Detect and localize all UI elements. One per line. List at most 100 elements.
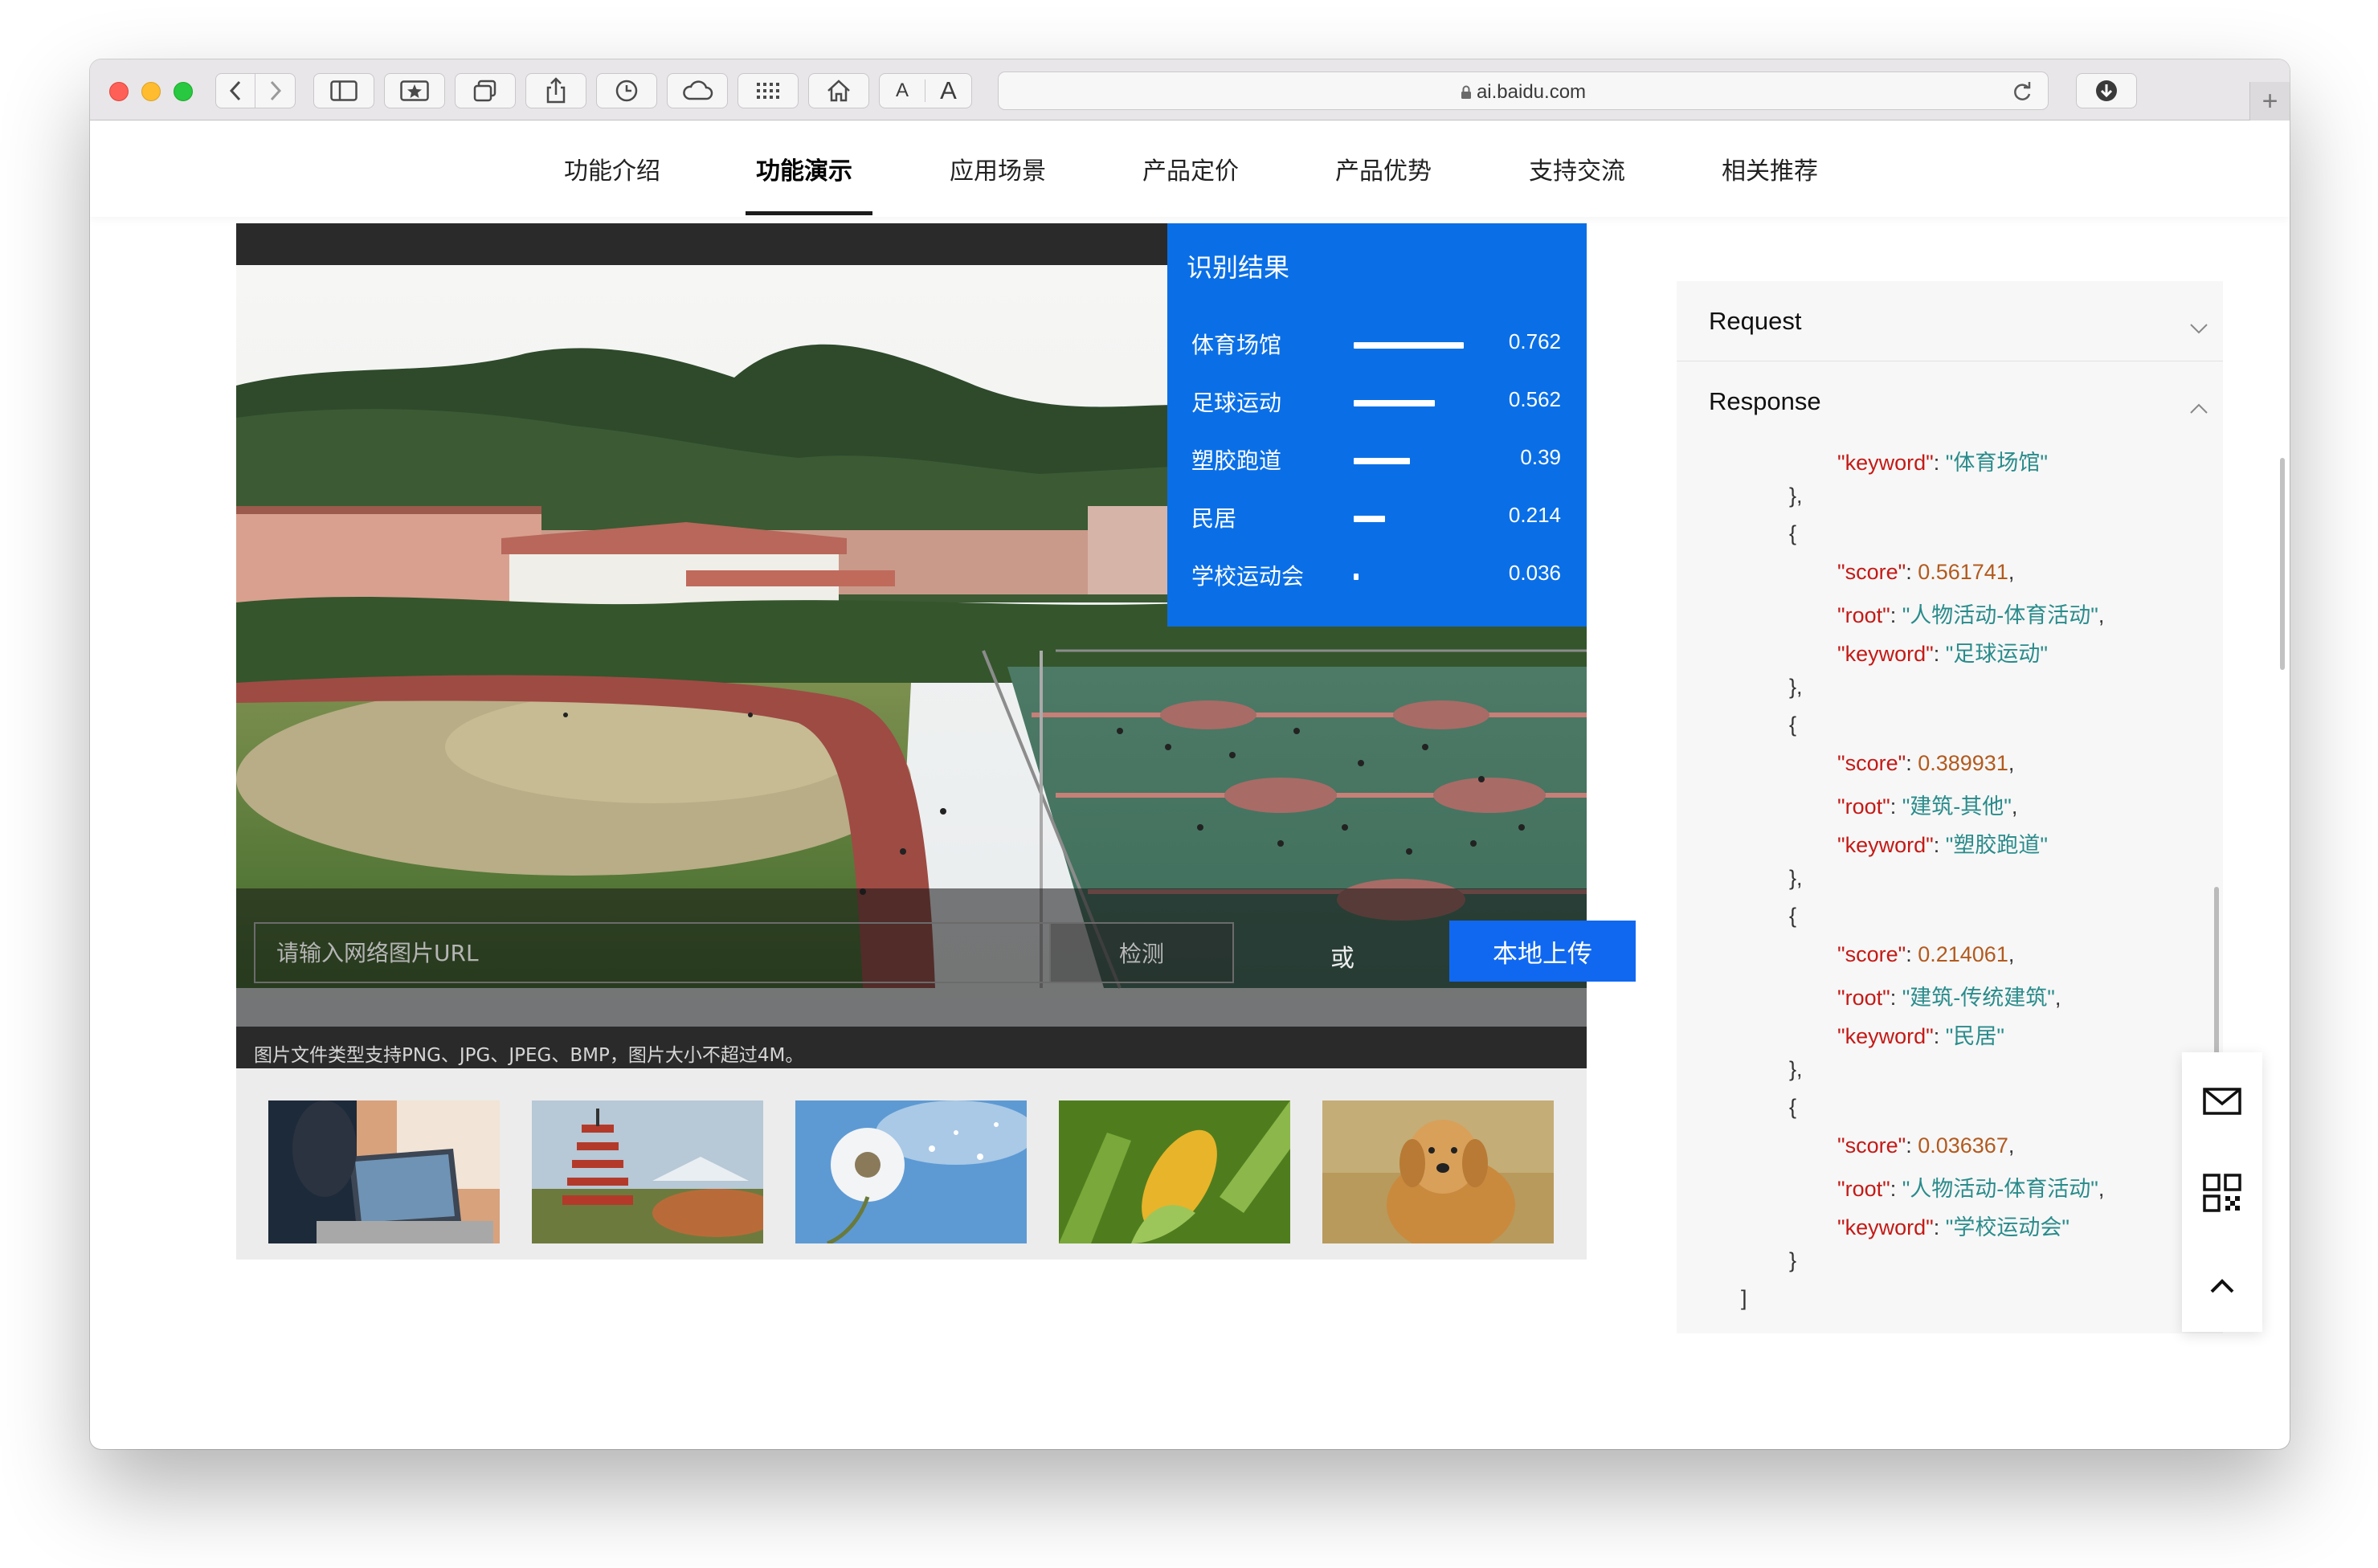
code-line: } [1789,1247,1797,1272]
code-line: "keyword": "学校运动会" [1837,1210,2070,1241]
json-value: "体育场馆" [1945,451,2048,475]
json-comma: , [2098,1177,2105,1202]
code-line: }, [1789,1056,1803,1081]
json-comma: , [2008,750,2015,775]
result-score: 0.762 [1508,329,1561,353]
code-line: { [1789,1095,1797,1120]
json-colon: : [1933,642,1946,666]
result-bar [1354,342,1464,349]
result-bar-track [1354,516,1466,522]
json-key: "root" [1837,603,1890,628]
result-title: 识别结果 [1187,252,1290,283]
result-score: 0.39 [1520,445,1561,469]
json-comma: , [2011,794,2018,819]
response-json: "keyword": "体育场馆"},{"score": 0.561741, "r… [1677,442,2223,1333]
result-bar [1354,574,1359,580]
or-label: 或 [1330,945,1354,973]
json-colon: : [1890,794,1902,819]
json-value: "建筑-其他" [1902,794,2012,819]
detect-button[interactable]: 检测 [1049,922,1234,983]
url-input-strip: 检测 或 本地上传 [236,888,1636,1027]
code-line: "root": "建筑-其他", [1837,789,2017,820]
json-colon: : [1906,559,1918,584]
result-score: 0.214 [1508,503,1561,527]
result-bar [1354,458,1410,464]
result-bar-track [1354,342,1466,349]
result-row: 足球运动 0.562 [1167,386,1587,418]
json-colon: : [1906,941,1918,966]
thumbnail-pagoda[interactable] [532,1100,763,1243]
result-bar [1354,400,1435,406]
thumbnail-corn[interactable] [1059,1100,1290,1243]
json-key: "keyword" [1837,833,1934,857]
local-upload-button[interactable]: 本地上传 [1449,921,1636,982]
json-colon: : [1933,1215,1946,1239]
code-line: { [1789,904,1797,929]
result-score: 0.036 [1508,561,1561,585]
back-to-top-icon [2210,1279,2234,1293]
puppy-thumbnail-image [1322,1100,1554,1243]
json-colon: : [1890,986,1902,1011]
json-comma: , [2054,986,2061,1011]
code-line: }, [1789,865,1803,890]
result-bar-track [1354,574,1466,580]
code-line: "keyword": "体育场馆" [1837,445,2048,476]
thumbnail-puppy[interactable] [1322,1100,1554,1243]
json-key: "keyword" [1837,1215,1934,1239]
response-header[interactable]: Response [1677,361,2223,442]
result-label: 学校运动会 [1191,563,1305,590]
laptop-thumbnail-image [268,1100,500,1243]
json-value: "塑胶跑道" [1945,833,2048,857]
code-line: "score": 0.036367, [1837,1133,2014,1158]
result-row: 体育场馆 0.762 [1167,328,1587,360]
result-score: 0.562 [1508,387,1561,411]
json-value: "人物活动-体育活动" [1902,603,2098,628]
json-colon: : [1906,1133,1918,1158]
result-label: 民居 [1191,505,1237,532]
json-key: "score" [1837,941,1906,966]
corn-thumbnail-image [1059,1100,1290,1243]
contact-mail-button[interactable] [2182,1057,2262,1145]
json-value: "人物活动-体育活动" [1902,1177,2098,1202]
request-header[interactable]: Request [1677,281,2223,361]
code-line: "score": 0.214061, [1837,942,2014,967]
result-row: 学校运动会 0.036 [1167,559,1587,591]
request-label: Request [1709,307,1802,335]
floating-side-tools [2182,1052,2262,1332]
chevron-up-icon [2189,392,2208,421]
result-label: 体育场馆 [1191,332,1282,358]
code-line: "keyword": "足球运动" [1837,636,2048,668]
thumbnail-laptop[interactable] [268,1100,500,1243]
mail-icon [2203,1088,2241,1115]
image-url-input[interactable] [254,922,1049,983]
json-key: "root" [1837,794,1890,819]
code-line: { [1789,713,1797,737]
recognition-result-panel: 识别结果 体育场馆 0.762 足球运动 0.562 塑胶跑道 0.39 民居 0.214 学校… [1167,223,1587,627]
json-comma: , [2098,603,2105,628]
json-value: 0.561741 [1918,559,2008,584]
chevron-down-icon [2189,312,2208,341]
qrcode-button[interactable] [2182,1149,2262,1237]
json-comma: , [2008,559,2015,584]
json-value: 0.036367 [1918,1133,2008,1158]
json-key: "keyword" [1837,451,1934,475]
result-row: 民居 0.214 [1167,501,1587,533]
code-line: "keyword": "民居" [1837,1019,2004,1050]
json-value: 0.389931 [1918,750,2008,775]
json-colon: : [1933,1024,1946,1048]
code-line: { [1789,521,1797,546]
json-value: 0.214061 [1918,941,2008,966]
json-key: "score" [1837,1133,1906,1158]
json-colon: : [1933,451,1946,475]
page-content: 检测 或 本地上传 图片文件类型支持PNG、JPG、JPEG、BMP，图片大小不… [90,59,2290,1449]
code-line: "keyword": "塑胶跑道" [1837,827,2048,859]
json-key: "keyword" [1837,1024,1934,1048]
code-line: "score": 0.389931, [1837,751,2014,776]
pagoda-thumbnail-image [532,1100,763,1243]
json-value: "足球运动" [1945,642,2048,666]
code-line: }, [1789,674,1803,699]
page-scrollbar[interactable] [2280,458,2285,670]
dandelion-thumbnail-image [795,1100,1027,1243]
thumbnail-dandelion[interactable] [795,1100,1027,1243]
back-to-top-button[interactable] [2182,1242,2262,1330]
